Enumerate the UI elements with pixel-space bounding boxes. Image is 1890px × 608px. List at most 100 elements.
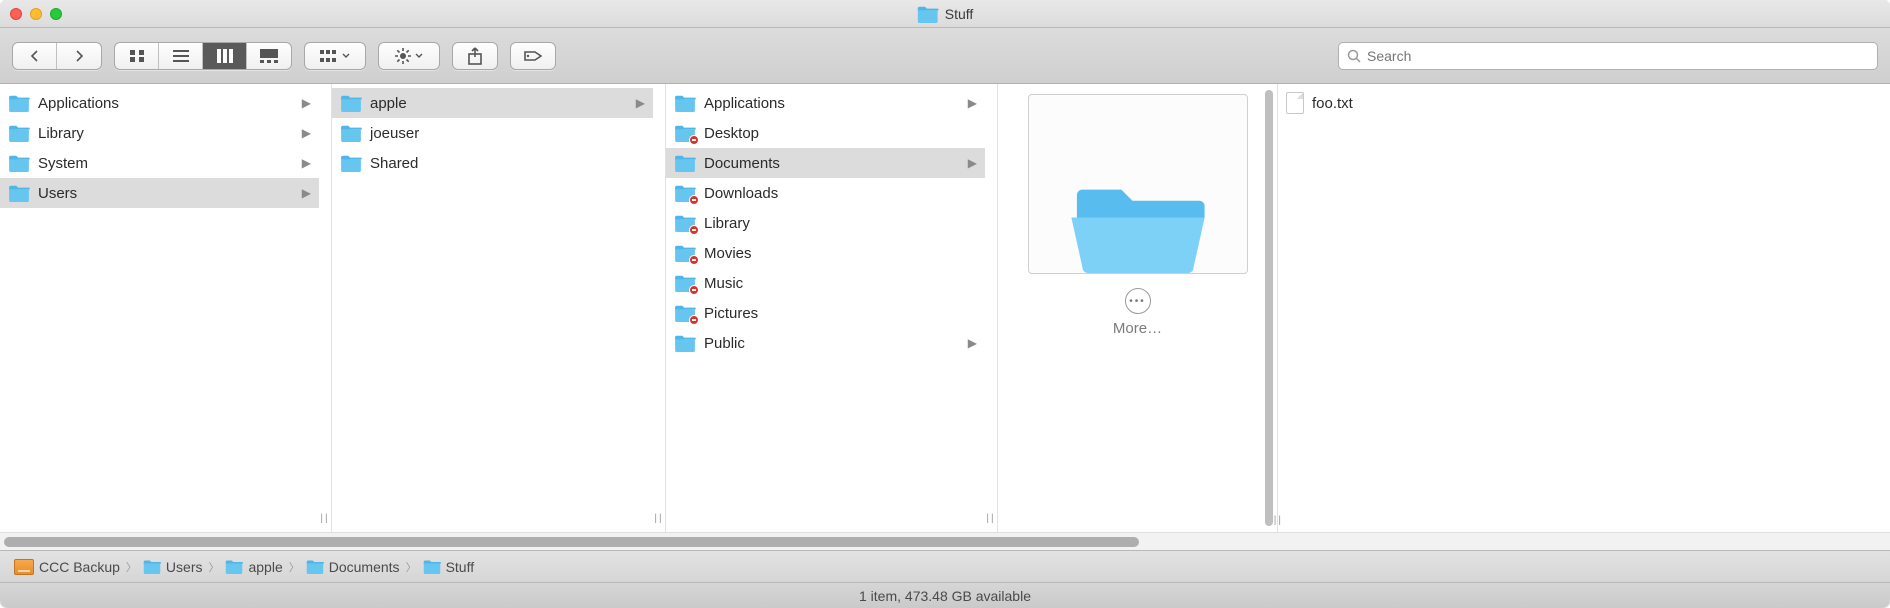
- view-mode-group: [114, 42, 292, 70]
- path-segment[interactable]: Documents: [306, 559, 400, 575]
- list-item[interactable]: Library ▶: [0, 118, 319, 148]
- path-segment[interactable]: apple: [225, 559, 282, 575]
- list-item[interactable]: Shared: [332, 148, 653, 178]
- list-item[interactable]: Pictures: [666, 298, 985, 328]
- item-label: Documents: [704, 155, 780, 172]
- folder-icon: [340, 154, 362, 172]
- list-item[interactable]: Music: [666, 268, 985, 298]
- column-resize-handle[interactable]: ||: [1274, 515, 1283, 526]
- folder-icon: [674, 304, 696, 322]
- search-input[interactable]: [1367, 48, 1869, 64]
- column-resize-handle[interactable]: ||: [985, 84, 997, 532]
- path-label: Users: [166, 559, 203, 575]
- folder-icon: [8, 154, 30, 172]
- file-icon: [1286, 92, 1304, 114]
- column-resize-handle[interactable]: ||: [653, 84, 665, 532]
- item-label: Music: [704, 275, 743, 292]
- item-label: Downloads: [704, 185, 778, 202]
- list-item[interactable]: Desktop: [666, 118, 985, 148]
- icon-view-button[interactable]: [115, 43, 159, 69]
- chevron-right-icon: ▶: [968, 96, 977, 110]
- titlebar: Stuff: [0, 0, 1890, 28]
- chevron-right-icon: ▶: [968, 336, 977, 350]
- folder-icon: [674, 334, 696, 352]
- list-item[interactable]: Documents ▶: [666, 148, 985, 178]
- action-menu-button[interactable]: [378, 42, 440, 70]
- path-label: Documents: [329, 559, 400, 575]
- scrollbar-thumb[interactable]: [4, 537, 1139, 547]
- folder-icon: [674, 124, 696, 142]
- path-label: CCC Backup: [39, 559, 120, 575]
- folder-icon: [306, 559, 324, 574]
- no-access-badge-icon: [689, 285, 699, 295]
- list-item[interactable]: Movies: [666, 238, 985, 268]
- chevron-right-icon: ▶: [302, 96, 311, 110]
- nav-buttons: [12, 42, 102, 70]
- item-label: apple: [370, 95, 407, 112]
- folder-icon: [423, 559, 441, 574]
- more-button[interactable]: ••• More…: [1113, 288, 1162, 337]
- item-label: Movies: [704, 245, 752, 262]
- item-label: Applications: [38, 95, 119, 112]
- list-item[interactable]: Applications▶: [666, 88, 985, 118]
- close-window-button[interactable]: [10, 8, 22, 20]
- preview-thumbnail[interactable]: [1028, 94, 1248, 274]
- folder-icon: [917, 5, 939, 23]
- path-label: apple: [248, 559, 282, 575]
- chevron-right-icon: 〉: [126, 559, 137, 575]
- chevron-right-icon: ▶: [968, 156, 977, 170]
- list-item[interactable]: Users▶: [0, 178, 319, 208]
- item-label: Library: [38, 125, 84, 142]
- item-label: System: [38, 155, 88, 172]
- column-1: apple▶joeuserShared||: [332, 84, 666, 532]
- tags-button[interactable]: [510, 42, 556, 70]
- window-title-text: Stuff: [945, 6, 974, 22]
- window-title: Stuff: [917, 5, 974, 23]
- column-0: Applications ▶ Library ▶ System ▶ Users▶||: [0, 84, 332, 532]
- list-item[interactable]: Public▶: [666, 328, 985, 358]
- forward-button[interactable]: [57, 43, 101, 69]
- column-2: Applications▶Desktop Documents ▶ Downloads L…: [666, 84, 998, 532]
- folder-icon: [340, 124, 362, 142]
- status-bar: 1 item, 473.48 GB available: [0, 582, 1890, 608]
- zoom-window-button[interactable]: [50, 8, 62, 20]
- item-label: foo.txt: [1312, 95, 1353, 112]
- list-item[interactable]: apple▶: [332, 88, 653, 118]
- horizontal-scrollbar[interactable]: [0, 532, 1890, 550]
- search-icon: [1347, 49, 1361, 63]
- no-access-badge-icon: [689, 135, 699, 145]
- preview-scrollbar[interactable]: [1265, 90, 1273, 526]
- path-label: Stuff: [446, 559, 475, 575]
- column-resize-handle[interactable]: ||: [319, 84, 331, 532]
- column-view-button[interactable]: [203, 43, 247, 69]
- search-field[interactable]: [1338, 42, 1878, 70]
- gallery-view-button[interactable]: [247, 43, 291, 69]
- folder-icon: [674, 94, 696, 112]
- more-label: More…: [1113, 320, 1162, 337]
- list-item[interactable]: Downloads: [666, 178, 985, 208]
- list-item[interactable]: Applications ▶: [0, 88, 319, 118]
- item-label: Pictures: [704, 305, 758, 322]
- no-access-badge-icon: [689, 225, 699, 235]
- group-by-button[interactable]: [304, 42, 366, 70]
- folder-icon: [340, 94, 362, 112]
- file-column: foo.txt: [1278, 84, 1890, 532]
- list-view-button[interactable]: [159, 43, 203, 69]
- share-button[interactable]: [452, 42, 498, 70]
- back-button[interactable]: [13, 43, 57, 69]
- preview-column: ••• More… ||: [998, 84, 1278, 532]
- chevron-right-icon: ▶: [302, 156, 311, 170]
- item-label: Users: [38, 185, 77, 202]
- chevron-right-icon: ▶: [302, 126, 311, 140]
- path-segment[interactable]: CCC Backup: [14, 559, 120, 575]
- path-segment[interactable]: Users: [143, 559, 203, 575]
- folder-icon: [8, 184, 30, 202]
- path-segment[interactable]: Stuff: [423, 559, 475, 575]
- list-item[interactable]: foo.txt: [1278, 88, 1890, 118]
- folder-icon: [674, 244, 696, 262]
- folder-icon: [225, 559, 243, 574]
- minimize-window-button[interactable]: [30, 8, 42, 20]
- list-item[interactable]: joeuser: [332, 118, 653, 148]
- list-item[interactable]: Library: [666, 208, 985, 238]
- list-item[interactable]: System ▶: [0, 148, 319, 178]
